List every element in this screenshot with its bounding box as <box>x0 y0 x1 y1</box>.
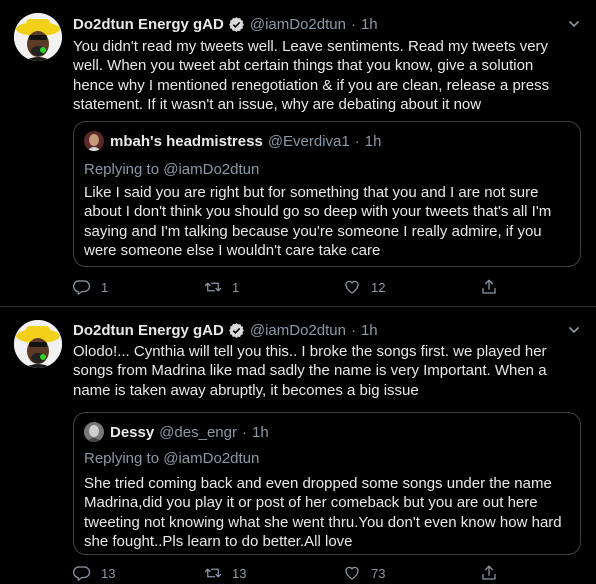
share-button[interactable] <box>480 564 498 582</box>
action-bar: 1 1 12 <box>73 278 513 298</box>
share-button[interactable] <box>480 278 498 296</box>
quote-header: Dessy @des_engr · 1h <box>84 422 269 442</box>
quoted-tweet[interactable]: mbah's headmistress @Everdiva1 · 1h Repl… <box>73 121 581 267</box>
reply-button[interactable]: 1 <box>73 278 108 296</box>
replying-to: Replying to @iamDo2dtun <box>84 450 259 467</box>
reply-icon <box>73 566 91 581</box>
quote-avatar-image-icon <box>84 131 104 151</box>
quote-text: Like I said you are right but for someth… <box>84 184 552 259</box>
tweet[interactable]: Do2dtun Energy gAD @iamDo2dtun · 1h Olod… <box>0 307 596 581</box>
quote-user-handle[interactable]: @des_engr <box>159 424 237 441</box>
like-count: 12 <box>371 279 386 295</box>
quote-avatar <box>84 422 104 442</box>
heart-icon <box>345 280 359 294</box>
replying-to-mention[interactable]: @iamDo2dtun <box>163 161 259 178</box>
separator-dot: · <box>350 321 356 339</box>
heart-icon <box>345 566 359 580</box>
like-button[interactable]: 73 <box>343 564 385 582</box>
user-handle[interactable]: @iamDo2dtun <box>250 16 346 33</box>
chevron-down-icon[interactable] <box>568 324 580 336</box>
quote-timestamp: 1h <box>364 132 382 150</box>
separator-dot: · <box>354 132 360 150</box>
chevron-down-icon[interactable] <box>568 18 580 30</box>
replying-to-prefix: Replying to <box>84 161 160 178</box>
avatar-image-icon <box>14 320 62 368</box>
share-icon <box>482 279 496 294</box>
quoted-tweet[interactable]: Dessy @des_engr · 1h Replying to @iamDo2… <box>73 412 581 555</box>
quote-text: She tried coming back and even dropped s… <box>84 475 562 550</box>
quote-timestamp: 1h <box>251 423 269 441</box>
tweet[interactable]: Do2dtun Energy gAD @iamDo2dtun · 1h You … <box>0 0 596 306</box>
reply-button[interactable]: 13 <box>73 564 115 582</box>
share-icon <box>482 565 496 580</box>
reply-count: 1 <box>101 279 109 295</box>
retweet-icon <box>204 282 222 292</box>
replying-to-mention[interactable]: @iamDo2dtun <box>163 450 259 467</box>
reply-count: 13 <box>101 565 116 581</box>
tweet-header: Do2dtun Energy gAD @iamDo2dtun · 1h <box>73 14 378 34</box>
quote-avatar-image-icon <box>84 422 104 442</box>
like-count: 73 <box>371 565 386 581</box>
quote-header: mbah's headmistress @Everdiva1 · 1h <box>84 131 381 151</box>
like-button[interactable]: 12 <box>343 278 385 296</box>
quote-avatar <box>84 131 104 151</box>
separator-dot: · <box>350 15 356 33</box>
avatar-image-icon <box>14 13 62 61</box>
replying-to-prefix: Replying to <box>84 450 160 467</box>
retweet-count: 13 <box>232 565 247 581</box>
quote-display-name[interactable]: mbah's headmistress <box>110 133 263 150</box>
avatar[interactable] <box>14 320 62 368</box>
quote-display-name[interactable]: Dessy <box>110 424 154 441</box>
retweet-button[interactable]: 13 <box>204 564 246 582</box>
retweet-button[interactable]: 1 <box>204 278 239 296</box>
timestamp[interactable]: 1h <box>361 322 378 339</box>
retweet-count: 1 <box>232 279 240 295</box>
replying-to: Replying to @iamDo2dtun <box>84 161 259 178</box>
user-handle[interactable]: @iamDo2dtun <box>250 322 346 339</box>
display-name[interactable]: Do2dtun Energy gAD <box>73 16 224 33</box>
retweet-icon <box>204 568 222 578</box>
tweet-text: Olodo!... Cynthia will tell you this.. I… <box>73 343 547 399</box>
tweet-text: You didn't read my tweets well. Leave se… <box>73 38 550 113</box>
avatar[interactable] <box>14 13 62 61</box>
timestamp[interactable]: 1h <box>361 16 378 33</box>
verified-badge-icon <box>228 322 244 338</box>
quote-user-handle[interactable]: @Everdiva1 <box>268 133 350 150</box>
tweet-header: Do2dtun Energy gAD @iamDo2dtun · 1h <box>73 320 378 340</box>
reply-icon <box>73 280 91 295</box>
display-name[interactable]: Do2dtun Energy gAD <box>73 322 224 339</box>
verified-badge-icon <box>228 16 244 32</box>
action-bar: 13 13 73 <box>73 564 513 584</box>
separator-dot: · <box>241 423 247 441</box>
